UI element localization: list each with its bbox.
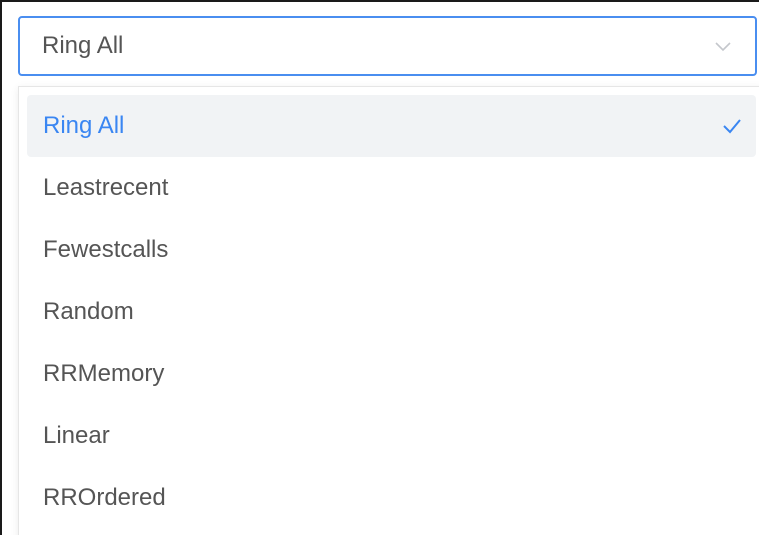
option-label: Fewestcalls [43,236,169,263]
checkmark-icon [723,119,741,134]
option-leastrecent[interactable]: Leastrecent [27,157,756,219]
select-value: Ring All [42,32,124,59]
option-label: Ring All [43,112,125,139]
option-fewestcalls[interactable]: Fewestcalls [27,219,756,281]
option-label: RROrdered [43,484,166,511]
ring-strategy-select[interactable]: Ring All [18,16,757,76]
option-label: Linear [43,422,110,449]
dropdown-panel: Ring All Leastrecent Fewestcalls Random … [18,86,759,535]
option-linear[interactable]: Linear [27,405,756,467]
option-list: Ring All Leastrecent Fewestcalls Random … [27,95,756,529]
chevron-down-icon[interactable] [713,36,733,56]
option-rrordered[interactable]: RROrdered [27,467,756,529]
option-label: RRMemory [43,360,165,387]
ui-frame: Ring All Ring All Leastrecent Fewestcall… [0,0,759,535]
option-random[interactable]: Random [27,281,756,343]
option-rrmemory[interactable]: RRMemory [27,343,756,405]
option-label: Leastrecent [43,174,169,201]
option-label: Random [43,298,134,325]
option-ring-all[interactable]: Ring All [27,95,756,157]
